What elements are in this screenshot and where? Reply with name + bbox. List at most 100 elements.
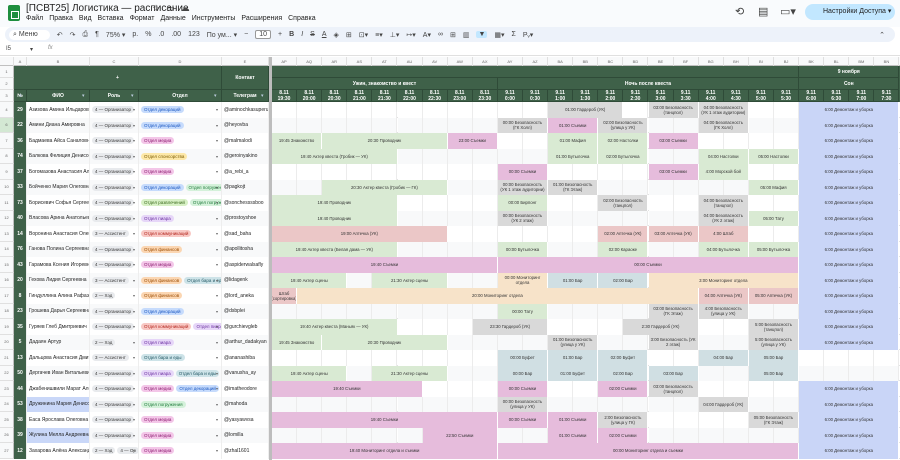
grid-cell[interactable] xyxy=(573,396,599,412)
schedule-event[interactable]: 21:30 Актер сцены xyxy=(372,365,448,381)
schedule-event[interactable]: 00:00 Бирпонг xyxy=(497,195,549,211)
schedule-event[interactable]: 00:00 Буфет xyxy=(497,350,549,366)
schedule-event[interactable]: 19:40 Мониторинг отдела и съемки xyxy=(272,443,498,459)
schedule-event[interactable]: 05:00 Бутылочка xyxy=(748,241,800,257)
department-cell[interactable]: Отдел медиа ▾ xyxy=(139,257,222,273)
grid-cell[interactable] xyxy=(673,412,699,428)
schedule-event[interactable]: 19:40 Съемки xyxy=(272,412,498,428)
grid-cell[interactable] xyxy=(673,427,699,443)
grid-cell[interactable] xyxy=(573,303,599,319)
input-tools-icon[interactable]: Pᵥ▾ xyxy=(523,31,533,39)
telegram-handle[interactable]: @aminochkasuperuper xyxy=(222,102,269,118)
schedule-event[interactable]: 5:00 Безопасность (улица у УК) xyxy=(748,334,800,350)
column-header[interactable]: BJ xyxy=(774,57,800,66)
grid-cell[interactable] xyxy=(447,102,473,118)
grid-cell[interactable] xyxy=(573,381,599,397)
grid-cell[interactable] xyxy=(422,350,448,366)
row-number[interactable]: 25 xyxy=(0,412,14,428)
schedule-event[interactable]: 21:30 Актер сцены xyxy=(372,272,448,288)
grid-cell[interactable] xyxy=(774,133,800,149)
schedule-event[interactable]: 00:00 Съемки xyxy=(497,381,549,397)
row-number[interactable]: 8 xyxy=(0,148,14,164)
merge-cells-icon[interactable]: ⊡▾ xyxy=(359,31,368,39)
department-cell[interactable]: Отдел декорацийОтдел погружения▾ xyxy=(139,179,222,195)
schedule-event[interactable]: 05:00 Тату xyxy=(748,210,800,226)
department-cell[interactable]: Отдел медиа Отдел декораций ▾ xyxy=(139,381,222,397)
role-cell[interactable]: 3 — Ассистент ▾ xyxy=(90,350,139,366)
dropdown-arrow-icon[interactable]: ▾ xyxy=(216,200,218,205)
grid-cell[interactable] xyxy=(447,241,473,257)
grid-cell[interactable] xyxy=(824,365,850,381)
dropdown-arrow-icon[interactable]: ▾ xyxy=(133,107,135,112)
grid-cell[interactable] xyxy=(523,133,549,149)
schedule-event[interactable]: 00:00 Безопасность (ГК Холл) xyxy=(497,117,549,133)
schedule-event[interactable]: 02:00 Настолки xyxy=(598,133,649,149)
grid-cell[interactable] xyxy=(322,117,348,133)
row-number[interactable]: 22 xyxy=(0,365,14,381)
text-wrap-icon[interactable]: ↦▾ xyxy=(406,31,415,39)
grid-cell[interactable] xyxy=(447,148,473,164)
column-header[interactable]: C xyxy=(90,57,139,66)
dropdown-arrow-icon[interactable]: ▾ xyxy=(216,169,218,174)
currency-button[interactable]: р. xyxy=(132,31,138,38)
participant-name[interactable]: Дружинина Мария Денисовна xyxy=(27,396,90,412)
schedule-event[interactable]: 19:40 Съемки xyxy=(272,381,423,397)
row-number[interactable]: 16 xyxy=(0,272,14,288)
participant-name[interactable]: Гуряев Глеб Дмитриевич xyxy=(27,319,90,335)
grid-cell[interactable] xyxy=(422,102,448,118)
grid-cell[interactable] xyxy=(447,226,473,242)
department-cell[interactable]: Отдел декораций ▾ xyxy=(139,102,222,118)
row-number[interactable]: 23 xyxy=(0,381,14,397)
participant-name[interactable]: Гиндуллина Алина Рафаэлевна xyxy=(27,288,90,304)
share-button[interactable]: Настройки Доступа ▾ xyxy=(805,4,895,20)
undo-icon[interactable]: ↶ xyxy=(57,31,63,39)
dropdown-arrow-icon[interactable]: ▾ xyxy=(216,324,218,329)
column-header[interactable]: BA xyxy=(548,57,574,66)
grid-cell[interactable] xyxy=(447,396,473,412)
column-header[interactable]: BB xyxy=(573,57,599,66)
grid-cell[interactable] xyxy=(472,226,498,242)
grid-cell[interactable] xyxy=(297,179,323,195)
schedule-event[interactable]: 19:40 Актер сцены xyxy=(272,272,348,288)
grid-cell[interactable] xyxy=(472,117,498,133)
grid-cell[interactable] xyxy=(322,396,348,412)
schedule-event[interactable]: 4:00 Морской бой xyxy=(698,164,749,180)
grid-cell[interactable] xyxy=(272,164,298,180)
name-box[interactable]: I5 xyxy=(6,46,11,52)
grid-cell[interactable] xyxy=(297,117,323,133)
grid-cell[interactable] xyxy=(297,396,323,412)
schedule-event[interactable]: 05:00 Настолки xyxy=(748,148,800,164)
dropdown-arrow-icon[interactable]: ▾ xyxy=(216,371,218,376)
schedule-event[interactable]: 05:00 Аптечка (УК) xyxy=(748,288,800,304)
grid-cell[interactable] xyxy=(297,164,323,180)
schedule-event[interactable]: 05:00 Безопасность (ГК Этаж) xyxy=(748,412,800,428)
filter-views-icon[interactable]: ▦▾ xyxy=(494,31,504,39)
department-cell[interactable]: Отдел медиа ▾ xyxy=(139,133,222,149)
grid-cell[interactable] xyxy=(573,210,599,226)
grid-cell[interactable] xyxy=(573,226,599,242)
role-cell[interactable]: 4 — Организатор ▾ xyxy=(90,133,139,149)
row-number[interactable]: 15 xyxy=(0,257,14,273)
grid-cell[interactable] xyxy=(422,381,448,397)
schedule-event[interactable]: 19:45 Знакомство xyxy=(272,334,323,350)
schedule-event[interactable]: 01:00 Безопасность (улица у УК) xyxy=(548,334,599,350)
column-header[interactable]: BH xyxy=(724,57,749,66)
dropdown-arrow-icon[interactable]: ▾ xyxy=(133,262,135,267)
schedule-event[interactable]: 6:00 Демонтаж и уборка xyxy=(799,412,900,428)
schedule-event[interactable]: 00:00 Безопасность (улица у УК) xyxy=(497,396,549,412)
dropdown-arrow-icon[interactable]: ▾ xyxy=(133,138,135,143)
grid-cell[interactable] xyxy=(472,303,498,319)
schedule-event[interactable]: 19:40 Проводник xyxy=(272,195,398,211)
grid-cell[interactable] xyxy=(372,117,398,133)
bold-button[interactable]: B xyxy=(289,31,294,38)
grid-cell[interactable] xyxy=(347,365,373,381)
grid-cell[interactable] xyxy=(523,148,549,164)
dropdown-arrow-icon[interactable]: ▾ xyxy=(133,340,135,345)
grid-cell[interactable] xyxy=(397,117,423,133)
grid-cell[interactable] xyxy=(799,365,825,381)
grid-cell[interactable] xyxy=(598,179,624,195)
grid-cell[interactable] xyxy=(272,303,298,319)
telegram-handle[interactable]: @heyovba xyxy=(222,117,269,133)
schedule-event[interactable]: 05:00 Бар xyxy=(748,350,800,366)
grid-cell[interactable] xyxy=(272,117,298,133)
